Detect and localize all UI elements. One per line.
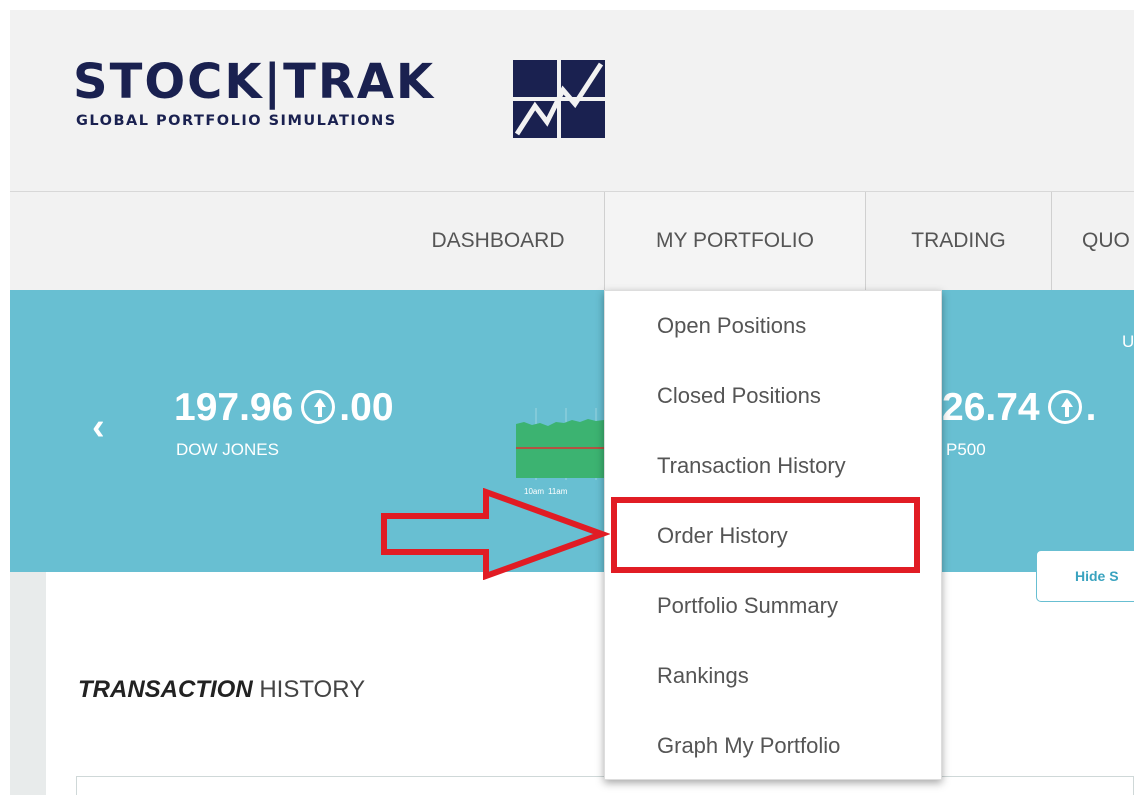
left-sidebar-strip [10,572,46,795]
chevron-left-icon[interactable]: ‹ [92,406,105,449]
menu-item-transaction-history[interactable]: Transaction History [657,453,846,479]
nav-trading[interactable]: TRADING [866,192,1052,290]
ticker-dow-value: 197.96 .00 [174,386,394,430]
ticker-dow-name: DOW JONES [176,440,279,459]
page-title: TRANSACTION HISTORY [78,676,365,704]
ticker-partial-label: U [1122,332,1134,351]
arrow-up-circle-icon [1047,389,1082,424]
page-title-bold: TRANSACTION [78,676,253,703]
logo-brand-text: STOCK|TRAK [73,54,436,110]
stocktrak-logo[interactable]: STOCK|TRAK GLOBAL PORTFOLIO SIMULATIONS [73,52,613,152]
arrow-up-circle-icon [301,389,336,424]
main-nav: DASHBOARD MY PORTFOLIO TRADING QUO [10,192,1134,290]
logo-mark-icon [513,60,605,138]
logo-tagline: GLOBAL PORTFOLIO SIMULATIONS [76,113,397,129]
nav-dashboard[interactable]: DASHBOARD [392,192,604,290]
site-header: STOCK|TRAK GLOBAL PORTFOLIO SIMULATIONS [10,10,1134,192]
hide-summary-button[interactable]: Hide S [1036,550,1134,602]
menu-item-graph-my-portfolio[interactable]: Graph My Portfolio [657,733,840,759]
menu-item-closed-positions[interactable]: Closed Positions [657,383,821,409]
ticker-dow-price: 197.96 [174,386,294,429]
nav-quotes[interactable]: QUO [1052,192,1134,290]
ticker-sp500-value: 26.74. [942,386,1096,430]
annotation-arrow-icon [381,488,610,580]
ticker-dow-change: .00 [339,386,394,429]
menu-item-open-positions[interactable]: Open Positions [657,313,806,339]
ticker-sp500-change: . [1085,386,1097,429]
menu-item-rankings[interactable]: Rankings [657,663,749,689]
menu-item-portfolio-summary[interactable]: Portfolio Summary [657,593,838,619]
ticker-sp500-name: P500 [946,440,986,459]
dow-sparkline-chart: 10am 11am [516,408,616,496]
nav-my-portfolio[interactable]: MY PORTFOLIO [604,192,866,290]
page-title-rest: HISTORY [252,676,366,703]
order-history-highlight [611,497,920,573]
ticker-sp500-price: 26.74 [942,386,1040,429]
